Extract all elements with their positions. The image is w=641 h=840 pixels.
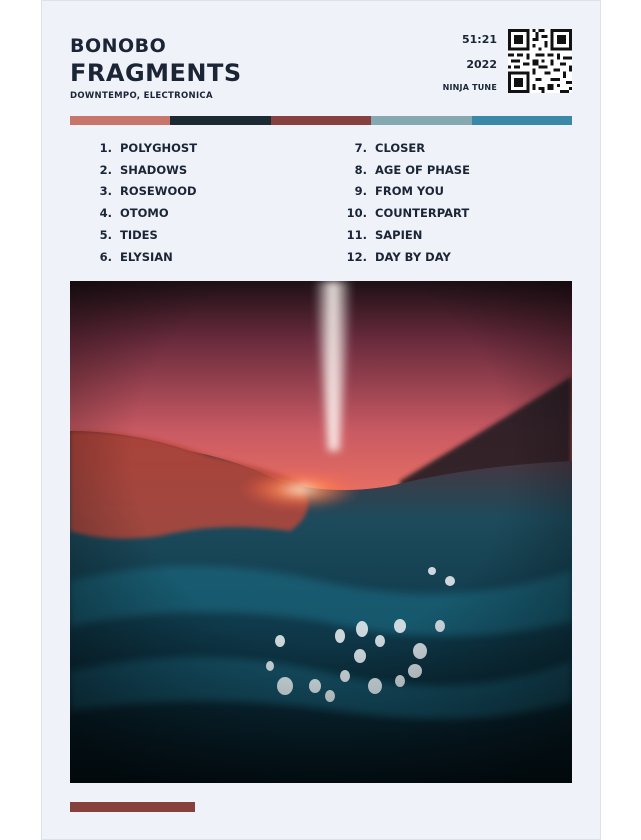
track-number: 11. — [346, 228, 367, 243]
track-item: 3. ROSEWOOD — [84, 181, 197, 203]
palette-swatch — [70, 116, 171, 125]
track-title: FROM YOU — [375, 184, 444, 199]
track-title: DAY BY DAY — [375, 249, 451, 264]
release-year: 2022 — [466, 58, 497, 71]
track-title: SHADOWS — [120, 162, 188, 177]
track-item: 6. ELYSIAN — [84, 246, 197, 268]
qr-code-icon — [508, 29, 572, 93]
palette-swatch — [270, 116, 372, 125]
track-number: 7. — [354, 140, 367, 155]
track-item: 11. SAPIEN — [339, 224, 470, 246]
album-title: FRAGMENTS — [70, 59, 242, 87]
track-title: COUNTERPART — [375, 206, 470, 221]
palette-swatch — [170, 116, 271, 125]
track-number: 6. — [99, 249, 112, 264]
color-palette — [70, 116, 573, 125]
album-duration: 51:21 — [461, 33, 497, 46]
track-number: 8. — [354, 162, 367, 177]
track-title: CLOSER — [375, 140, 426, 155]
genre-label: DOWNTEMPO, ELECTRONICA — [70, 91, 213, 101]
track-title: TIDES — [120, 228, 158, 243]
album-poster: BONOBO FRAGMENTS DOWNTEMPO, ELECTRONICA … — [41, 0, 601, 840]
track-number: 2. — [99, 162, 112, 177]
track-item: 8. AGE OF PHASE — [339, 159, 470, 181]
track-title: OTOMO — [120, 206, 169, 221]
track-number: 3. — [99, 184, 112, 199]
track-title: POLYGHOST — [120, 140, 198, 155]
track-title: ELYSIAN — [120, 249, 173, 264]
track-item: 12. DAY BY DAY — [339, 246, 470, 268]
track-item: 5. TIDES — [84, 224, 197, 246]
track-title: AGE OF PHASE — [375, 162, 470, 177]
track-item: 1. POLYGHOST — [84, 137, 197, 159]
tracklist-left: 1. POLYGHOST 2. SHADOWS 3. ROSEWOOD 4. OTOMO… — [84, 137, 197, 268]
record-label: NINJA TUNE — [442, 83, 497, 92]
track-number: 4. — [99, 206, 112, 221]
track-number: 1. — [99, 140, 112, 155]
artist-name: BONOBO — [70, 35, 167, 57]
footer-accent-bar — [70, 802, 195, 812]
track-number: 5. — [99, 228, 112, 243]
tracklist-right: 7. CLOSER 8. AGE OF PHASE 9. FROM YOU 10. CO… — [339, 137, 470, 268]
track-item: 10. COUNTERPART — [339, 202, 470, 224]
track-number: 10. — [346, 206, 367, 221]
album-cover-art — [70, 281, 572, 783]
track-item: 2. SHADOWS — [84, 159, 197, 181]
palette-swatch — [471, 116, 573, 125]
palette-swatch — [371, 116, 472, 125]
track-item: 7. CLOSER — [339, 137, 470, 159]
track-number: 12. — [346, 249, 367, 264]
track-title: SAPIEN — [375, 228, 423, 243]
track-item: 9. FROM YOU — [339, 181, 470, 203]
track-title: ROSEWOOD — [120, 184, 197, 199]
track-item: 4. OTOMO — [84, 202, 197, 224]
track-number: 9. — [354, 184, 367, 199]
